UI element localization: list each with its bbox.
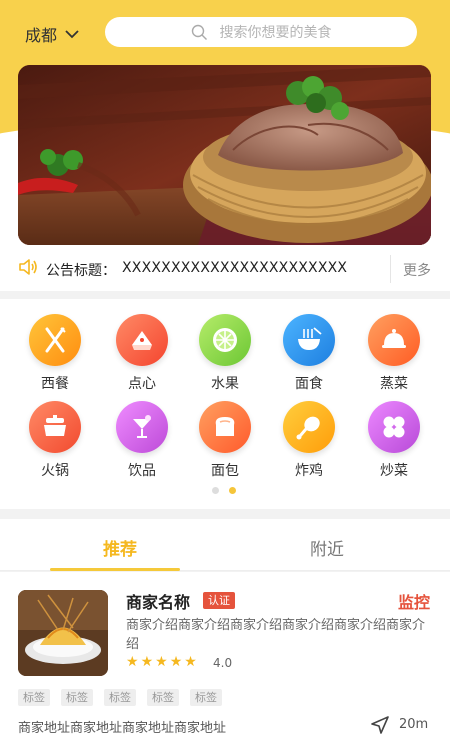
speaker-icon xyxy=(19,259,37,275)
rating-score: 4.0 xyxy=(213,656,233,670)
tag: 标签 xyxy=(61,689,93,706)
merchant-distance: 20m xyxy=(399,717,429,732)
banner-image xyxy=(18,65,431,245)
category-steamed[interactable]: 蒸菜 xyxy=(354,314,434,393)
star-icon: ★ xyxy=(155,654,168,670)
city-selector[interactable]: 成都 xyxy=(25,22,79,46)
tab-nearby[interactable]: 附近 xyxy=(310,535,344,560)
section-divider xyxy=(0,291,450,299)
tag: 标签 xyxy=(147,689,179,706)
star-icon: ★ xyxy=(184,654,197,670)
merchant-description: 商家介绍商家介绍商家介绍商家介绍商家介绍商家介绍 xyxy=(126,618,426,652)
search-input[interactable]: 搜索你想要的美食 xyxy=(105,17,417,47)
category-hotpot[interactable]: 火锅 xyxy=(15,401,95,480)
tag-list: 标签 标签 标签 标签 标签 xyxy=(18,689,222,706)
star-icon: ★ xyxy=(169,654,183,670)
category-label: 西餐 xyxy=(41,376,69,392)
dessert-icon xyxy=(116,314,168,366)
tag: 标签 xyxy=(190,689,222,706)
star-rating: ★ ★ ★ ★ ★ xyxy=(126,655,197,669)
tab-indicator xyxy=(50,568,180,571)
cocktail-icon xyxy=(116,401,168,453)
tab-recommended[interactable]: 推荐 xyxy=(103,535,137,560)
star-icon: ★ xyxy=(126,654,139,670)
noodle-bowl-icon xyxy=(283,314,335,366)
notice-label: 公告标题： xyxy=(46,263,116,279)
category-dimsum[interactable]: 点心 xyxy=(102,314,182,393)
drumstick-icon xyxy=(283,401,335,453)
category-label: 蒸菜 xyxy=(380,376,408,392)
category-western[interactable]: 西餐 xyxy=(15,314,95,393)
top-bar: 成都 搜索你想要的美食 xyxy=(0,0,450,65)
search-placeholder: 搜索你想要的美食 xyxy=(219,25,332,41)
notice-content: XXXXXXXXXXXXXXXXXXXXXXX xyxy=(122,260,348,276)
city-name: 成都 xyxy=(25,26,58,45)
divider xyxy=(390,255,391,283)
star-icon: ★ xyxy=(140,654,154,670)
app-screen: 成都 搜索你想要的美食 公告标题： XXXXXXXXXXXXXXXXXXXXXX… xyxy=(0,0,450,750)
category-drinks[interactable]: 饮品 xyxy=(102,401,182,480)
category-label: 饮品 xyxy=(128,463,156,479)
category-label: 面包 xyxy=(211,463,239,479)
category-label: 点心 xyxy=(128,376,156,392)
category-stir-fry[interactable]: 炒菜 xyxy=(354,401,434,480)
lime-slice-icon xyxy=(199,314,251,366)
chevron-down-icon xyxy=(65,30,79,39)
merchant-thumbnail xyxy=(18,590,108,676)
category-label: 水果 xyxy=(211,376,239,392)
cloche-icon xyxy=(368,314,420,366)
merchant-address: 商家地址商家地址商家地址商家地址 xyxy=(18,721,227,736)
tab-bar: 推荐 附近 xyxy=(0,519,450,571)
category-dot[interactable] xyxy=(212,487,219,494)
navigation-arrow-icon[interactable] xyxy=(370,715,390,735)
notice-bar[interactable]: 公告标题： XXXXXXXXXXXXXXXXXXXXXXX 更多 xyxy=(0,245,450,291)
category-dot-active[interactable] xyxy=(229,487,236,494)
tag: 标签 xyxy=(18,689,50,706)
merchant-card[interactable]: 商家名称 认证 监控 商家介绍商家介绍商家介绍商家介绍商家介绍商家介绍 ★ ★ … xyxy=(0,572,450,750)
category-fried-chicken[interactable]: 炸鸡 xyxy=(269,401,349,480)
section-divider xyxy=(0,509,450,519)
merchant-name[interactable]: 商家名称 xyxy=(126,589,190,613)
more-link[interactable]: 更多 xyxy=(403,260,431,280)
category-label: 火锅 xyxy=(41,463,69,479)
search-icon xyxy=(191,24,207,40)
hotpot-icon xyxy=(29,401,81,453)
knife-fork-icon xyxy=(29,314,81,366)
bread-icon xyxy=(199,401,251,453)
banner-carousel[interactable] xyxy=(18,65,431,245)
category-label: 炒菜 xyxy=(380,463,408,479)
monitor-button[interactable]: 监控 xyxy=(398,589,430,613)
clover-icon xyxy=(368,401,420,453)
category-fruit[interactable]: 水果 xyxy=(185,314,265,393)
category-noodles[interactable]: 面食 xyxy=(269,314,349,393)
tag: 标签 xyxy=(104,689,136,706)
category-label: 面食 xyxy=(295,376,323,392)
category-label: 炸鸡 xyxy=(295,463,323,479)
category-pagination xyxy=(212,487,236,494)
category-bread[interactable]: 面包 xyxy=(185,401,265,480)
verified-badge: 认证 xyxy=(203,592,235,609)
category-grid: 西餐 点心 水果 面食 蒸菜 火锅 饮品 面包 炸鸡 炒菜 xyxy=(0,299,450,509)
